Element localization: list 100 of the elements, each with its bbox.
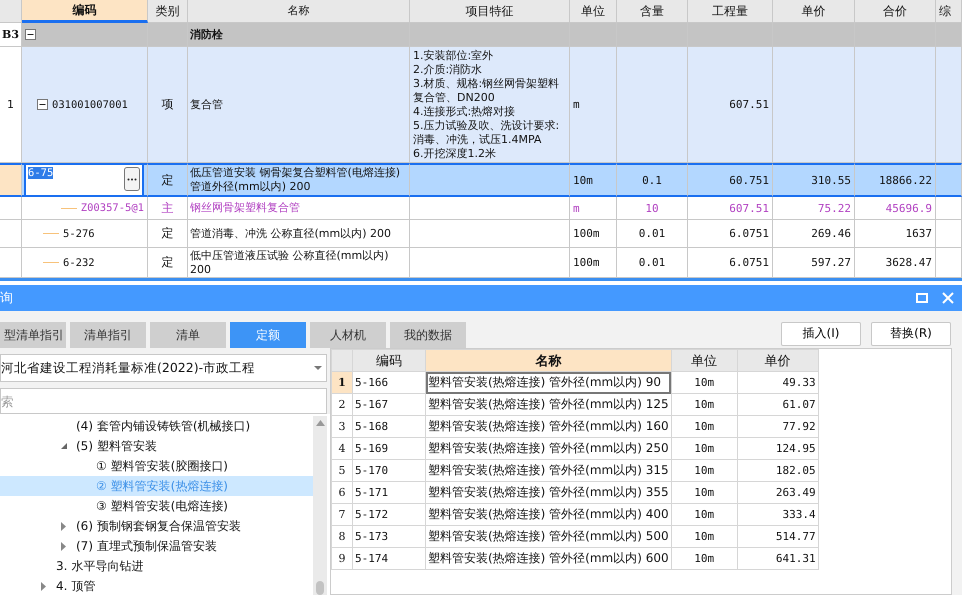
row-number: 6 — [332, 482, 352, 504]
table-cell: 10m — [671, 504, 738, 526]
table-cell: 263.49 — [737, 482, 818, 504]
tab[interactable]: 人材机 — [310, 322, 386, 348]
table-cell: 77.92 — [737, 416, 818, 438]
table-cell: 5-166 — [352, 372, 426, 394]
action-button[interactable]: 替换(R) — [871, 322, 951, 346]
code-text: Z00357-5@1 — [80, 202, 144, 214]
table-row[interactable]: 3 5-168 塑料管安装(热熔连接) 管外径(mm以内) 160 10m 77.92 — [332, 416, 818, 438]
row-number: 8 — [332, 526, 352, 548]
table-cell: 333.4 — [737, 504, 818, 526]
table-cell: 5-173 — [352, 526, 426, 548]
table-row[interactable]: 7 5-172 塑料管安装(热熔连接) 管外径(mm以内) 400 10m 333.4 — [332, 504, 818, 526]
table-cell: 182.05 — [737, 460, 818, 482]
tree-item[interactable]: ① 塑料管安装(胶圈接口) — [0, 456, 313, 476]
code-text: 6-232 — [63, 256, 95, 268]
table-cell: 5-171 — [352, 482, 426, 504]
table-cell: 60.751 — [688, 163, 773, 197]
tab[interactable]: 清单 — [150, 322, 226, 348]
table-cell: 18866.22 — [855, 163, 936, 197]
table-cell: 10m — [671, 372, 738, 394]
action-button[interactable]: 插入(I) — [781, 322, 861, 346]
maximize-icon[interactable] — [916, 292, 928, 304]
tree-item[interactable]: (7) 直埋式预制保温管安装 — [0, 536, 313, 556]
table-row[interactable]: 1 031001007001 项 复合管 1.安装部位:室外 2.介质:消防水 3.材质、规格:钢丝网骨架塑料复合管、DN200 4.连接形式:热熔对接 5.压力试验及吹、洗设计要求:消毒、冲洗，试压1.4MPA 6.开挖深度1.2米 m 607.51 — [0, 47, 962, 163]
table-cell: 塑料管安装(热熔连接) 管外径(mm以内) 600 — [426, 548, 672, 570]
table-cell: 10m — [671, 526, 738, 548]
row-number: 4 — [332, 438, 352, 460]
column-header[interactable]: 名称 — [426, 350, 672, 372]
search-field[interactable]: 索 — [0, 388, 327, 414]
tree-item[interactable]: (5) 塑料管安装 — [0, 436, 313, 456]
table-cell: 10m — [671, 394, 738, 416]
collapsed-arrow-icon[interactable] — [60, 522, 66, 530]
table-cell: 5-174 — [352, 548, 426, 570]
table-row[interactable]: 5 5-170 塑料管安装(热熔连接) 管外径(mm以内) 315 10m 182.05 — [332, 460, 818, 482]
table-row[interactable]: Z00357-5@1 主 钢丝网骨架塑料复合管 m 10 607.51 75.22 45696.9 — [0, 197, 962, 220]
table-cell: 514.77 — [737, 526, 818, 548]
table-cell: 5-169 — [352, 438, 426, 460]
table-row[interactable]: 5-276 定 管道消毒、冲洗 公称直径(mm以内) 200 100m 0.01 6.0751 269.46 1637 — [0, 220, 962, 248]
row-number: 1 — [7, 98, 14, 111]
table-cell — [936, 163, 962, 197]
expanded-arrow-icon[interactable] — [60, 442, 68, 450]
table-cell: 6.0751 — [688, 220, 773, 248]
column-header[interactable]: 编码 — [22, 0, 148, 23]
table-cell: 75.22 — [773, 197, 855, 220]
row-number: 1 — [332, 372, 352, 394]
table-row[interactable]: B3 消防栓 — [0, 23, 962, 47]
tab[interactable]: 我的数据 — [390, 322, 466, 348]
scrollbar[interactable] — [313, 416, 327, 595]
table-cell: 10m — [671, 438, 738, 460]
table-row[interactable]: 1 5-166 塑料管安装(热熔连接) 管外径(mm以内) 90 10m 49.33 — [332, 372, 818, 394]
table-row[interactable]: 9 5-174 塑料管安装(热熔连接) 管外径(mm以内) 600 10m 641.31 — [332, 548, 818, 570]
code-text: 031001007001 — [52, 98, 128, 110]
tree-item[interactable]: (6) 预制钢套钢复合保温管安装 — [0, 516, 313, 536]
column-header[interactable]: 单价 — [737, 350, 818, 372]
table-cell: 10 — [617, 197, 688, 220]
collapsed-arrow-icon[interactable] — [40, 582, 46, 590]
table-cell — [936, 220, 962, 248]
table-cell: 607.51 — [688, 47, 773, 163]
dialog-title: 询 — [0, 290, 13, 307]
table-cell: 项 — [148, 47, 188, 163]
tree-item[interactable]: 4. 顶管 — [0, 576, 313, 595]
table-cell: 45696.9 — [855, 197, 936, 220]
table-row[interactable]: 8 5-173 塑料管安装(热熔连接) 管外径(mm以内) 500 10m 514.77 — [332, 526, 818, 548]
table-cell: 低压管道安装 钢骨架复合塑料管(电熔连接) 管道外径(mm以内) 200 — [188, 163, 410, 197]
table-cell: 复合管 — [188, 47, 410, 163]
table-cell: 主 — [148, 197, 188, 220]
row-number: B3 — [2, 28, 19, 41]
scroll-thumb[interactable] — [316, 581, 324, 595]
table-cell — [936, 197, 962, 220]
table-cell: 10m — [671, 460, 738, 482]
table-cell: 塑料管安装(热熔连接) 管外径(mm以内) 125 — [426, 394, 672, 416]
close-icon[interactable] — [942, 292, 954, 304]
code-field[interactable]: 6-75 — [24, 165, 144, 195]
column-header[interactable]: 编码 — [352, 350, 426, 372]
table-cell: 塑料管安装(热熔连接) 管外径(mm以内) 90 — [426, 372, 672, 394]
table-row[interactable]: 2 5-167 塑料管安装(热熔连接) 管外径(mm以内) 125 10m 61.07 — [332, 394, 818, 416]
more-button[interactable] — [124, 167, 140, 191]
tree-item[interactable]: (4) 套管内铺设铸铁管(机械接口) — [0, 416, 313, 436]
tree-item[interactable]: ③ 塑料管安装(电熔连接) — [0, 496, 313, 516]
scroll-up-icon[interactable] — [316, 420, 324, 426]
table-cell: m — [570, 197, 617, 220]
table-cell: 管道消毒、冲洗 公称直径(mm以内) 200 — [188, 220, 410, 248]
tree-item[interactable]: 3. 水平导向钻进 — [0, 556, 313, 576]
row-number: 7 — [332, 504, 352, 526]
tab[interactable]: 型清单指引 — [0, 322, 66, 348]
library-dropdown[interactable]: 河北省建设工程消耗量标准(2022)-市政工程 — [0, 354, 327, 382]
table-cell: 塑料管安装(热熔连接) 管外径(mm以内) 355 — [426, 482, 672, 504]
table-cell: 10m — [671, 482, 738, 504]
tree-line — [43, 233, 59, 234]
table-cell: 塑料管安装(热熔连接) 管外径(mm以内) 315 — [426, 460, 672, 482]
tab[interactable]: 清单指引 — [70, 322, 146, 348]
table-row[interactable]: 4 5-169 塑料管安装(热熔连接) 管外径(mm以内) 250 10m 124.95 — [332, 438, 818, 460]
collapse-icon[interactable] — [25, 29, 36, 40]
collapse-icon[interactable] — [37, 99, 48, 110]
table-cell: 10m — [671, 416, 738, 438]
column-header[interactable]: 单位 — [671, 350, 738, 372]
collapsed-arrow-icon[interactable] — [60, 542, 66, 550]
table-row[interactable]: 6-75 定 低压管道安装 钢骨架复合塑料管(电熔连接) 管道外径(mm以内) 200 10m 0.1 60.751 310.55 18866.22 — [0, 163, 962, 197]
table-row[interactable]: 6 5-171 塑料管安装(热熔连接) 管外径(mm以内) 355 10m 263.49 — [332, 482, 818, 504]
